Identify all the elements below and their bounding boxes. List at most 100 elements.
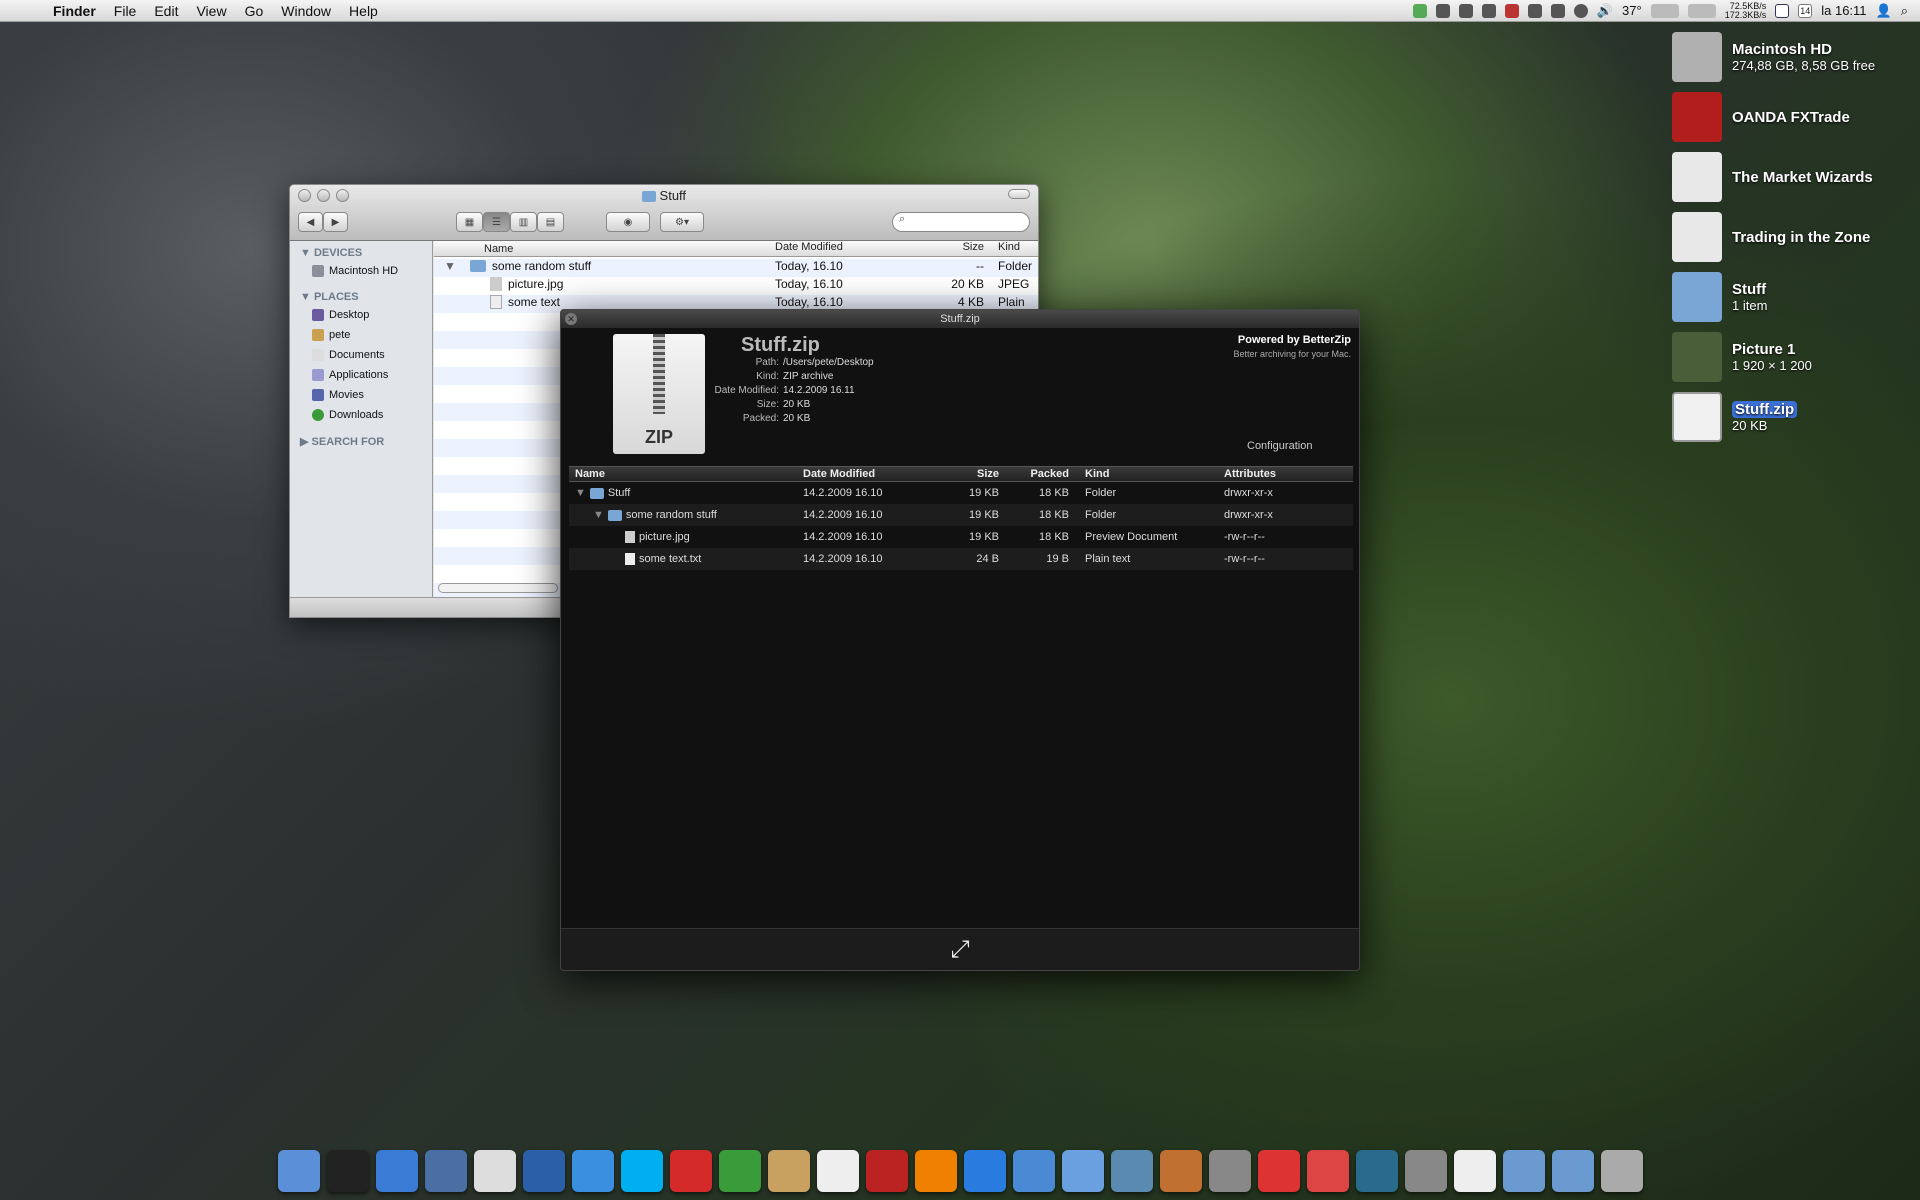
forward-button[interactable]: ▶ bbox=[323, 212, 348, 232]
dock-magnet-icon[interactable] bbox=[669, 1150, 712, 1192]
search-for-header[interactable]: ▶ SEARCH FOR bbox=[300, 435, 432, 448]
dock-safari-icon[interactable] bbox=[375, 1150, 418, 1192]
desktop-icon-oanda-fxtrade[interactable]: OANDA FXTrade bbox=[1672, 92, 1850, 142]
dock-imovie-star-icon[interactable] bbox=[1208, 1150, 1251, 1192]
dock-skype-icon[interactable] bbox=[620, 1150, 663, 1192]
dock-itunes-icon[interactable] bbox=[1061, 1150, 1104, 1192]
activity-bars-icon[interactable] bbox=[1504, 3, 1519, 18]
column-header-kind[interactable]: Kind bbox=[1069, 468, 1224, 480]
desktop-icon-the-market-wizards[interactable]: The Market Wizards bbox=[1672, 152, 1873, 202]
search-field[interactable]: ⌕ bbox=[892, 212, 1030, 232]
table-row[interactable]: some text.txt 14.2.2009 16.10 24 B 19 B … bbox=[569, 548, 1353, 570]
menu-go[interactable]: Go bbox=[236, 3, 273, 19]
column-view-button[interactable]: ▥ bbox=[510, 212, 537, 232]
dock-iphoto-icon[interactable] bbox=[1110, 1150, 1153, 1192]
dock-quicktime-icon[interactable] bbox=[963, 1150, 1006, 1192]
dock-paint-gun-icon[interactable] bbox=[1306, 1150, 1349, 1192]
action-menu-button[interactable]: ⚙▾ bbox=[660, 212, 704, 232]
horizontal-scrollbar[interactable] bbox=[438, 583, 558, 593]
menu-file[interactable]: File bbox=[105, 3, 146, 19]
desktop-icon-stuff-zip[interactable]: Stuff.zip 20 KB bbox=[1672, 392, 1798, 442]
dock-transmit-truck-icon[interactable] bbox=[767, 1150, 810, 1192]
user-icon[interactable]: 👤 bbox=[1876, 3, 1892, 19]
column-header-size[interactable]: Size bbox=[909, 241, 994, 256]
coverflow-view-button[interactable]: ▤ bbox=[537, 212, 564, 232]
column-header-date[interactable]: Date Modified bbox=[799, 468, 939, 480]
dock-cot-editor-icon[interactable] bbox=[473, 1150, 516, 1192]
dock-mail-bird-icon[interactable] bbox=[424, 1150, 467, 1192]
close-icon[interactable]: ✕ bbox=[565, 313, 577, 325]
column-header-name[interactable]: Name bbox=[569, 468, 799, 480]
menu-app-name[interactable]: Finder bbox=[44, 3, 105, 19]
sidebar-item-desktop[interactable]: Desktop bbox=[290, 305, 432, 325]
dock-system-preferences-icon[interactable] bbox=[1404, 1150, 1447, 1192]
network-meter[interactable]: 72.5KB/s 172.3KB/s bbox=[1725, 1, 1767, 20]
desktop-icon-picture-1[interactable]: Picture 11 920 × 1 200 bbox=[1672, 332, 1812, 382]
dock-textedit-icon[interactable] bbox=[1453, 1150, 1496, 1192]
column-header-size[interactable]: Size bbox=[939, 468, 999, 480]
list-row-folder[interactable]: ▼ some random stuff Today, 16.10 -- Folde… bbox=[434, 257, 1038, 275]
sidebar-item-documents[interactable]: Documents bbox=[290, 345, 432, 365]
sidebar-item-macintosh-hd[interactable]: Macintosh HD bbox=[290, 261, 432, 281]
dock-photo-app-icon[interactable] bbox=[1159, 1150, 1202, 1192]
column-header-attributes[interactable]: Attributes bbox=[1224, 468, 1324, 480]
configuration-link[interactable]: Configuration bbox=[1247, 440, 1312, 452]
temperature-readout[interactable]: 37° bbox=[1622, 3, 1642, 18]
sidebar-item-downloads[interactable]: Downloads bbox=[290, 405, 432, 425]
tools-icon[interactable] bbox=[1527, 3, 1542, 18]
devices-header[interactable]: ▼ DEVICES bbox=[300, 247, 432, 259]
dock-applications-folder-icon[interactable] bbox=[1502, 1150, 1545, 1192]
toolbar-toggle-button[interactable] bbox=[1008, 189, 1030, 199]
status-app-icon[interactable] bbox=[1412, 3, 1427, 18]
table-row[interactable]: ▼ some random stuff 14.2.2009 16.10 19 KB… bbox=[569, 504, 1353, 526]
chat-bubble-icon[interactable] bbox=[1573, 3, 1588, 18]
sidebar-item-movies[interactable]: Movies bbox=[290, 385, 432, 405]
disclosure-triangle-icon[interactable]: ▼ bbox=[593, 509, 604, 521]
finnish-flag-icon[interactable] bbox=[1775, 3, 1790, 18]
menu-view[interactable]: View bbox=[187, 3, 235, 19]
back-button[interactable]: ◀ bbox=[298, 212, 323, 232]
dock-parallels-icon[interactable] bbox=[1257, 1150, 1300, 1192]
script-menu-icon[interactable] bbox=[1435, 3, 1450, 18]
volume-icon[interactable]: 🔊 bbox=[1597, 3, 1613, 19]
dock-trash-icon[interactable] bbox=[1600, 1150, 1643, 1192]
table-row[interactable]: ▼ Stuff 14.2.2009 16.10 19 KB 18 KB Folde… bbox=[569, 482, 1353, 504]
dock-photo-booth-icon[interactable] bbox=[865, 1150, 908, 1192]
globe-icon[interactable] bbox=[1481, 3, 1496, 18]
desktop-icon-trading-in-the-zone[interactable]: Trading in the Zone bbox=[1672, 212, 1870, 262]
table-row[interactable]: picture.jpg 14.2.2009 16.10 19 KB 18 KB … bbox=[569, 526, 1353, 548]
dock-vlc-icon[interactable] bbox=[914, 1150, 957, 1192]
disclosure-triangle-icon[interactable]: ▼ bbox=[444, 259, 456, 273]
desktop-icon-stuff[interactable]: Stuff 1 item bbox=[1672, 272, 1767, 322]
places-header[interactable]: ▼ PLACES bbox=[300, 291, 432, 303]
dock-time-machine-icon[interactable] bbox=[1355, 1150, 1398, 1192]
fullscreen-expand-icon[interactable]: ⤢ bbox=[950, 936, 969, 964]
menu-edit[interactable]: Edit bbox=[145, 3, 187, 19]
alarm-clock-icon[interactable] bbox=[1458, 3, 1473, 18]
disclosure-triangle-icon[interactable]: ▼ bbox=[575, 487, 586, 499]
dock-google-earth-icon[interactable] bbox=[522, 1150, 565, 1192]
column-header-name[interactable]: Name bbox=[434, 241, 769, 256]
dock-documents-folder-icon[interactable] bbox=[1551, 1150, 1594, 1192]
column-header-kind[interactable]: Kind bbox=[994, 241, 1034, 256]
dock-ichat-icon[interactable] bbox=[571, 1150, 614, 1192]
icon-view-button[interactable]: ▦ bbox=[456, 212, 483, 232]
sidebar-item-applications[interactable]: Applications bbox=[290, 365, 432, 385]
list-row-file[interactable]: picture.jpg Today, 16.10 20 KB JPEG bbox=[434, 275, 1038, 293]
sidebar-item-pete[interactable]: pete bbox=[290, 325, 432, 345]
dock-ical-icon[interactable] bbox=[816, 1150, 859, 1192]
quick-look-button[interactable]: ◉ bbox=[606, 212, 650, 232]
dock-utorrent-icon[interactable] bbox=[718, 1150, 761, 1192]
dock-finder-icon[interactable] bbox=[277, 1150, 320, 1192]
column-header-packed[interactable]: Packed bbox=[999, 468, 1069, 480]
lock-icon[interactable] bbox=[1550, 3, 1565, 18]
dock-terminal-icon[interactable] bbox=[326, 1150, 369, 1192]
clock[interactable]: la 16:11 bbox=[1821, 3, 1866, 18]
list-view-button[interactable]: ☰ bbox=[483, 212, 510, 232]
calendar-day-icon[interactable]: 14 bbox=[1798, 3, 1813, 18]
menu-help[interactable]: Help bbox=[340, 3, 387, 19]
spotlight-search-icon[interactable]: ⌕ bbox=[1901, 3, 1908, 19]
column-header-date[interactable]: Date Modified bbox=[769, 241, 909, 256]
memory-meter-icon[interactable] bbox=[1687, 3, 1716, 18]
dock-preview-icon[interactable] bbox=[1012, 1150, 1055, 1192]
